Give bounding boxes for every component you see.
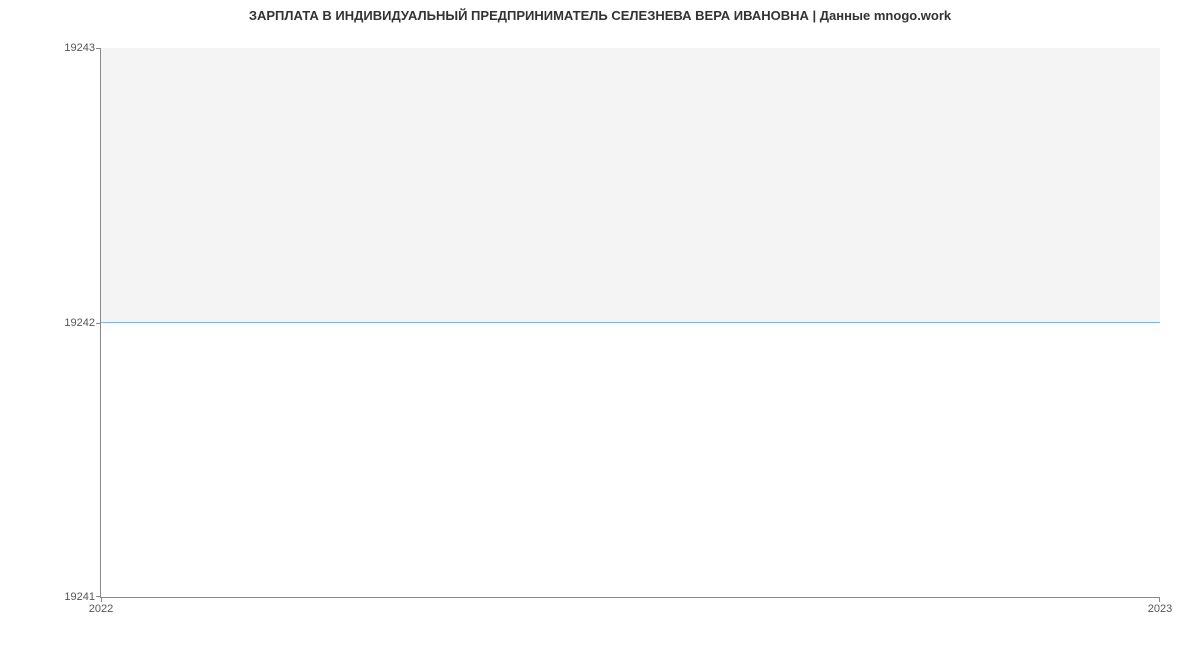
data-line — [101, 322, 1160, 323]
chart-container: 19243 19242 19241 2022 2023 — [100, 48, 1160, 598]
plot-band-lower — [101, 323, 1160, 598]
xtick-mark — [101, 597, 102, 602]
ytick-label: 19242 — [64, 317, 95, 329]
ytick-mark — [96, 48, 101, 49]
chart-title: ЗАРПЛАТА В ИНДИВИДУАЛЬНЫЙ ПРЕДПРИНИМАТЕЛ… — [0, 0, 1200, 23]
ytick-label: 19241 — [64, 591, 95, 603]
plot-band-upper — [101, 48, 1160, 323]
xtick-label: 2023 — [1148, 603, 1172, 615]
xtick-label: 2022 — [89, 603, 113, 615]
xtick-mark — [1159, 597, 1160, 602]
ytick-mark — [96, 323, 101, 324]
ytick-label: 19243 — [64, 42, 95, 54]
plot-area: 19243 19242 19241 2022 2023 — [100, 48, 1160, 598]
